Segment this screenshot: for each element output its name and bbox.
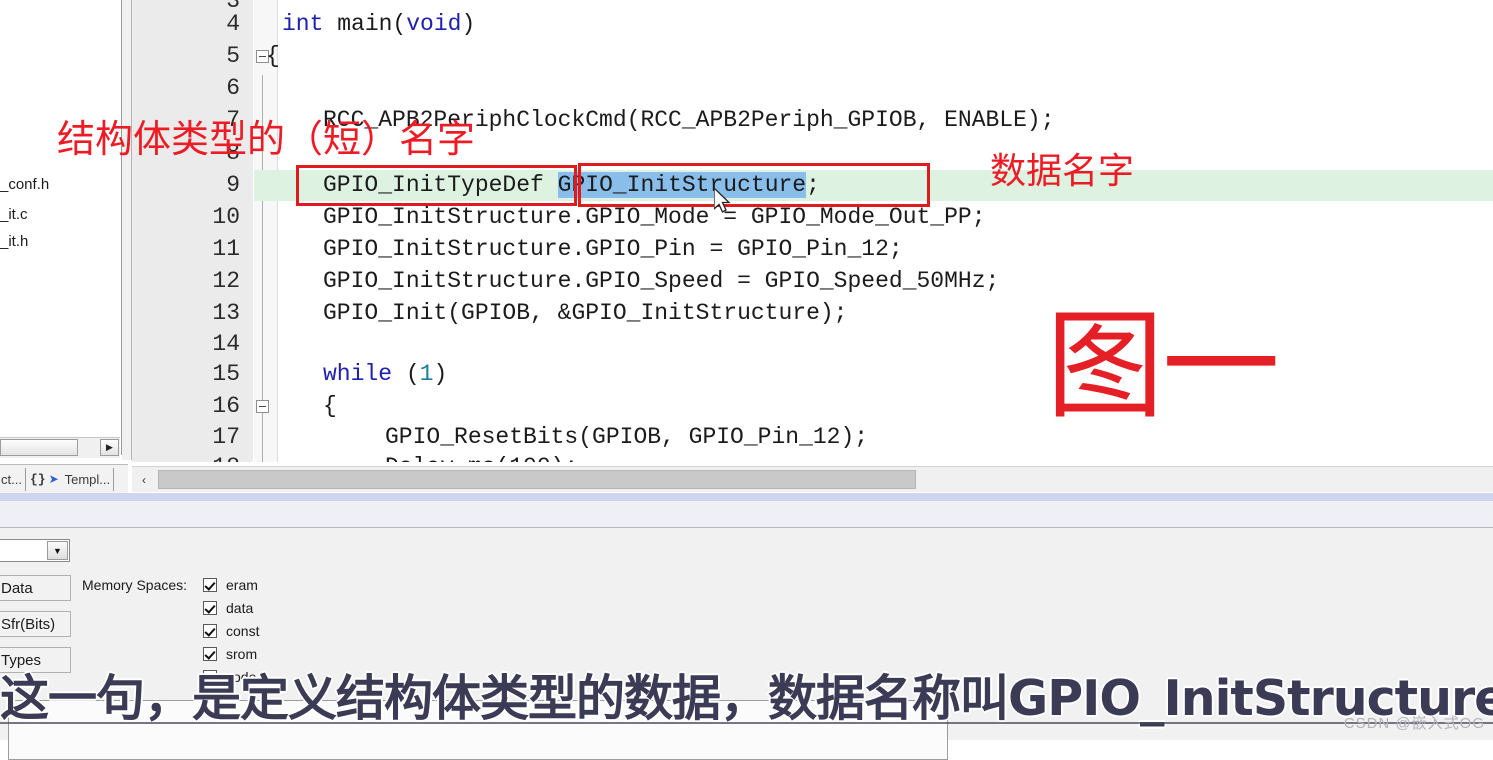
- keyword-int: int: [282, 11, 324, 37]
- line-number: 10: [212, 204, 240, 230]
- caption-underline: [0, 722, 1493, 724]
- numeric-literal: 1: [419, 361, 434, 387]
- checkbox-eram[interactable]: [203, 578, 217, 592]
- code-fragment: (: [392, 361, 420, 387]
- caption-band: 这一句，是定义结构体类型的数据，数据名称叫GPIO_InitStructure: [0, 662, 1493, 728]
- code-line-text[interactable]: {: [323, 391, 337, 422]
- checkbox-const[interactable]: [203, 624, 217, 638]
- panel-divider: [0, 493, 1493, 501]
- watermark: CSDN @嵌入式OG: [1343, 715, 1485, 732]
- line-number: 14: [212, 331, 240, 357]
- keyword-while: while: [323, 361, 393, 387]
- code-line[interactable]: 9 GPIO_InitTypeDef GPIO_InitStructure;: [132, 170, 1493, 201]
- line-number: 6: [226, 75, 240, 101]
- code-fragment: ): [433, 361, 448, 387]
- project-file-item[interactable]: _conf.h: [0, 176, 49, 193]
- figure-label: 图一: [1046, 297, 1280, 435]
- code-fragment: main(: [323, 11, 407, 37]
- selected-variable-name[interactable]: GPIO_InitStructure: [557, 172, 807, 198]
- line-number: 12: [212, 268, 240, 294]
- line-number: 15: [212, 361, 240, 387]
- code-line-text[interactable]: GPIO_ResetBits(GPIOB, GPIO_Pin_12);: [385, 422, 868, 453]
- caption-text: 这一句，是定义结构体类型的数据，数据名称叫GPIO_InitStructure: [0, 669, 1493, 728]
- keyword-void: void: [406, 11, 462, 37]
- data-button[interactable]: Data: [0, 575, 71, 601]
- code-line-text[interactable]: while (1): [323, 359, 447, 390]
- code-line[interactable]: 4 int main(void): [132, 9, 1493, 40]
- struct-type-name: GPIO_InitTypeDef: [323, 172, 544, 198]
- line-number: 17: [212, 424, 240, 450]
- line-number: 4: [226, 11, 240, 37]
- scroll-right-arrow-icon[interactable]: ▶: [100, 439, 119, 456]
- project-file-sidebar[interactable]: _conf.h _it.c _it.h: [0, 0, 122, 455]
- code-fragment: ): [461, 11, 476, 37]
- code-line[interactable]: 18 Delay_ms(100);: [132, 452, 1493, 462]
- code-line-text[interactable]: GPIO_InitTypeDef GPIO_InitStructure;: [323, 170, 820, 201]
- code-line[interactable]: 5 {: [132, 41, 1493, 72]
- scroll-left-arrow-icon[interactable]: ‹: [134, 469, 154, 490]
- line-number: 5: [226, 43, 240, 69]
- sidebar-tab-project[interactable]: ct...: [0, 467, 26, 491]
- memory-space-row[interactable]: eram: [203, 573, 258, 597]
- line-number: 13: [212, 300, 240, 326]
- sfr-bits-button[interactable]: Sfr(Bits): [0, 611, 71, 637]
- code-line-text[interactable]: GPIO_InitStructure.GPIO_Mode = GPIO_Mode…: [323, 202, 986, 233]
- fold-collapse-icon[interactable]: [256, 400, 269, 413]
- code-line-text[interactable]: Delay_ms(100);: [385, 452, 578, 462]
- sidebar-tab-templates[interactable]: Templ...: [59, 467, 115, 491]
- code-line[interactable]: 17 GPIO_ResetBits(GPIOB, GPIO_Pin_12);: [132, 422, 1493, 453]
- arrow-right-icon: ➤: [48, 472, 59, 486]
- code-line-text[interactable]: GPIO_InitStructure.GPIO_Speed = GPIO_Spe…: [323, 266, 999, 297]
- annotation-data-name-label: 数据名字: [990, 151, 1135, 192]
- project-file-item[interactable]: _it.h: [0, 233, 28, 250]
- code-fragment: ;: [806, 172, 820, 198]
- code-line[interactable]: 12 GPIO_InitStructure.GPIO_Speed = GPIO_…: [132, 266, 1493, 297]
- editor-scroll-thumb[interactable]: [158, 470, 916, 489]
- code-text-area[interactable]: 3 4 int main(void) 5 { 6 7 RCC_APB2Perip…: [132, 0, 1493, 462]
- checkbox-data[interactable]: [203, 601, 217, 615]
- code-line[interactable]: 16 {: [132, 391, 1493, 422]
- code-line[interactable]: 15 while (1): [132, 359, 1493, 390]
- code-line-text[interactable]: GPIO_InitStructure.GPIO_Pin = GPIO_Pin_1…: [323, 234, 903, 265]
- line-number: 9: [226, 172, 240, 198]
- sidebar-splitter[interactable]: [122, 0, 132, 460]
- braces-icon: {}: [29, 471, 46, 487]
- line-number: 11: [212, 236, 240, 262]
- code-line-text[interactable]: GPIO_Init(GPIOB, &GPIO_InitStructure);: [323, 298, 848, 329]
- checkbox-label: const: [226, 623, 260, 639]
- checkbox-label: data: [226, 600, 254, 616]
- sidebar-tab-strip[interactable]: ct... {} ➤ Templ...: [0, 464, 128, 493]
- code-line[interactable]: 10 GPIO_InitStructure.GPIO_Mode = GPIO_M…: [132, 202, 1493, 233]
- code-line[interactable]: 11 GPIO_InitStructure.GPIO_Pin = GPIO_Pi…: [132, 234, 1493, 265]
- checkbox-label: eram: [226, 577, 258, 593]
- project-file-item[interactable]: _it.c: [0, 206, 28, 223]
- memory-scope-combobox[interactable]: ▼: [0, 539, 70, 562]
- code-line-text[interactable]: {: [266, 41, 280, 72]
- annotation-struct-type-label: 结构体类型的（短）名字: [57, 117, 476, 161]
- code-line[interactable]: 13 GPIO_Init(GPIOB, &GPIO_InitStructure)…: [132, 298, 1493, 329]
- line-number: 18: [132, 452, 240, 462]
- code-line[interactable]: 6: [132, 73, 1493, 104]
- sidebar-scroll-thumb[interactable]: [0, 439, 78, 456]
- chevron-down-icon[interactable]: ▼: [47, 541, 68, 560]
- line-number: 16: [212, 393, 240, 419]
- memory-spaces-label: Memory Spaces:: [82, 577, 188, 593]
- code-line-text[interactable]: int main(void): [282, 9, 475, 40]
- memory-space-row[interactable]: data: [203, 596, 253, 620]
- sidebar-horizontal-scrollbar[interactable]: ▶: [0, 437, 120, 458]
- code-line[interactable]: 14: [132, 329, 1493, 360]
- editor-horizontal-scrollbar[interactable]: ‹: [132, 466, 1493, 492]
- memory-space-row[interactable]: const: [203, 619, 259, 643]
